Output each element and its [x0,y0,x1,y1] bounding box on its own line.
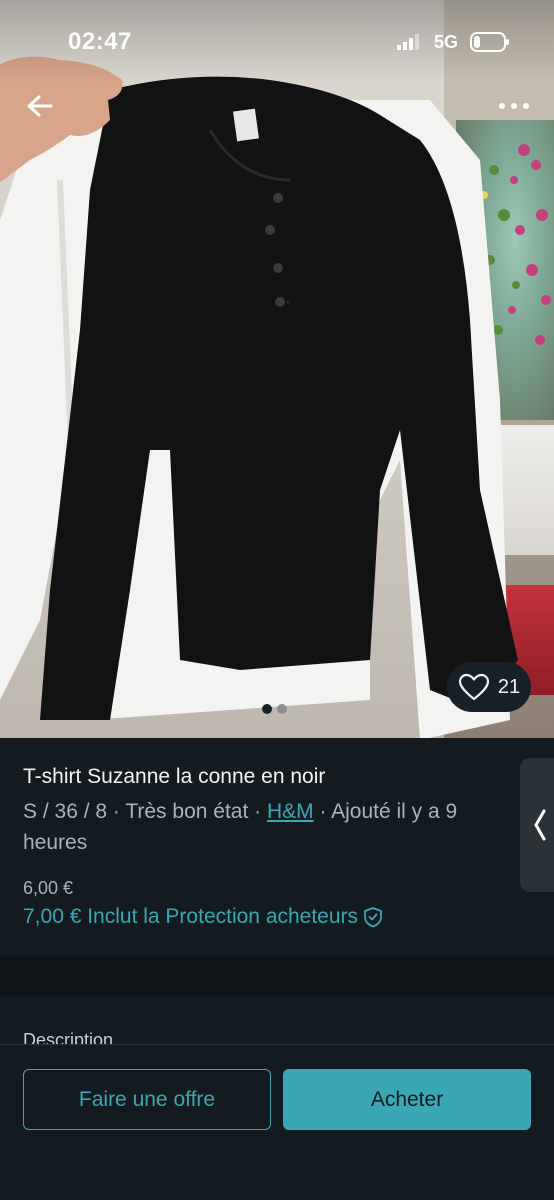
item-details: T-shirt Suzanne la conne en noir S / 36 … [0,738,554,956]
item-price: 6,00 € [23,878,74,898]
status-bar: 02:47 5G [0,0,554,84]
carousel-dot[interactable] [277,704,287,714]
heart-icon [458,673,489,701]
item-meta: S / 36 / 8 · Très bon état · H&M · Ajout… [23,796,523,858]
battery-icon [470,32,509,52]
shield-check-icon [364,907,382,928]
brand-link[interactable]: H&M [267,800,314,823]
item-detail-screen: 02:47 5G 21 T-shirt Suzanne la conne en … [0,0,554,1200]
item-title: T-shirt Suzanne la conne en noir [23,765,326,788]
chevron-left-icon [534,809,546,841]
more-options-button[interactable] [494,90,534,122]
item-meta-prefix: S / 36 / 8 · Très bon état · [23,800,267,823]
signal-icon [397,34,419,50]
carousel-dot-active[interactable] [262,704,272,714]
favorite-count: 21 [497,675,521,698]
total-price-with-protection[interactable]: 7,00 € Inclut la Protection acheteurs [23,905,384,929]
more-icon [499,103,529,109]
back-button[interactable] [22,88,58,124]
item-photo[interactable]: 02:47 5G 21 [0,0,554,738]
section-divider [0,956,554,996]
network-type: 5G [434,32,459,52]
favorite-button[interactable]: 21 [447,662,531,712]
side-panel-handle[interactable] [520,758,554,892]
buy-button[interactable]: Acheter [283,1069,531,1130]
back-arrow-icon [27,95,53,117]
total-price-label: 7,00 € Inclut la Protection acheteurs [23,905,359,928]
status-time: 02:47 [68,28,132,55]
make-offer-button[interactable]: Faire une offre [23,1069,271,1130]
bottom-action-bar: Faire une offre Acheter [0,1044,554,1200]
carousel-indicator [262,704,287,714]
